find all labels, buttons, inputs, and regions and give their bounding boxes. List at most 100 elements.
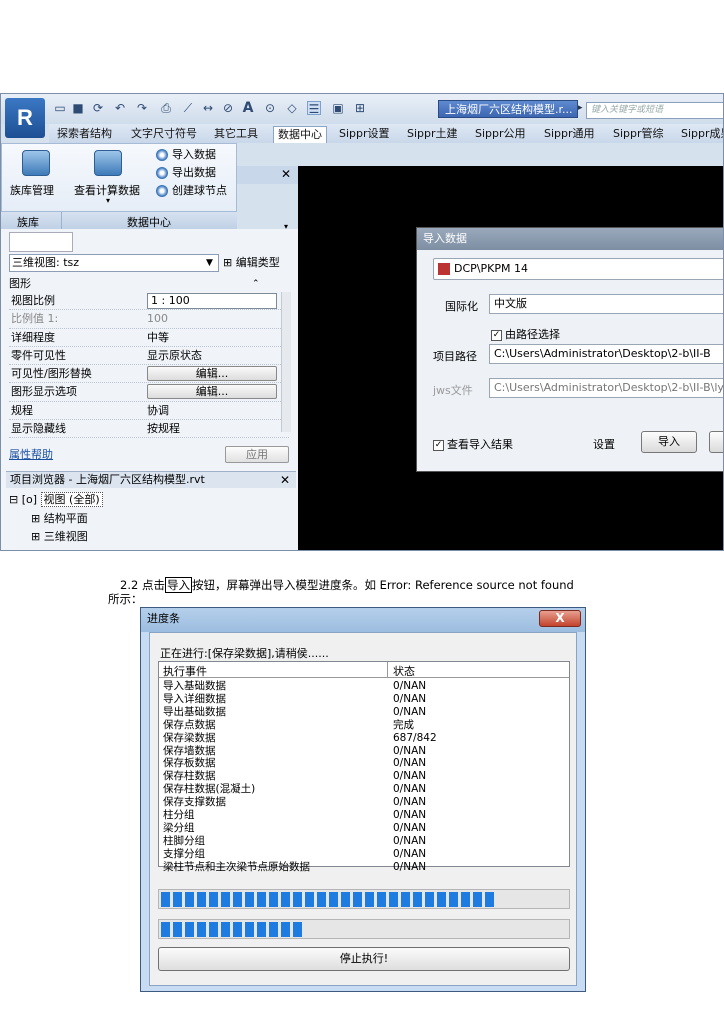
tab-sippr-civil[interactable]: Sippr土建 [407, 126, 458, 143]
list-item[interactable]: 导入基础数据 0/NAN [159, 680, 569, 693]
edit-display-button[interactable]: 编辑... [147, 384, 277, 400]
edit-visibility-button[interactable]: 编辑... [147, 366, 277, 382]
list-item[interactable]: 支撑分组 0/NAN [159, 848, 569, 861]
print-icon[interactable]: ⎙ [159, 101, 173, 115]
prop-value-input[interactable]: 1 : 100 [147, 293, 277, 309]
dimension-icon[interactable]: ↔ [201, 101, 215, 115]
list-item[interactable]: 导出基础数据 0/NAN [159, 706, 569, 719]
by-path-checkbox[interactable]: ✓ 由路径选择 [491, 326, 560, 342]
properties-help-link[interactable]: 属性帮助 [9, 446, 53, 462]
tab-sippr-public[interactable]: Sippr公用 [475, 126, 526, 143]
list-item[interactable]: 保存梁数据 687/842 [159, 732, 569, 745]
cancel-button[interactable] [709, 431, 723, 453]
checkbox-checked-icon: ✓ [491, 329, 502, 341]
tab-other-tools[interactable]: 其它工具 [214, 126, 258, 143]
list-item[interactable]: 保存板数据 0/NAN [159, 757, 569, 770]
text-icon[interactable]: A [241, 101, 255, 115]
view-calc-icon[interactable] [94, 150, 122, 176]
col-status-header[interactable]: 状态 [393, 663, 415, 679]
undo-icon[interactable]: ↶ [113, 101, 127, 115]
tab-sippr-settings[interactable]: Sippr设置 [339, 126, 390, 143]
jws-input[interactable]: C:\Users\Administrator\Desktop\2-b\II-B\… [489, 378, 723, 398]
tab-sippr-mep[interactable]: Sippr管综 [613, 126, 664, 143]
properties-scrollbar[interactable] [281, 292, 291, 432]
section-graphics[interactable]: 图形 ⌃ [9, 276, 289, 292]
event-name: 保存板数据 [163, 757, 216, 770]
event-name: 导出基础数据 [163, 705, 226, 718]
type-dropdown-icon[interactable]: ▾ [284, 222, 288, 231]
import-data-button[interactable]: 导入数据 [156, 146, 216, 162]
section-icon[interactable]: ◇ [285, 101, 299, 115]
tab-sippr-general[interactable]: Sippr通用 [544, 126, 595, 143]
stop-button[interactable]: 停止执行! [158, 947, 570, 971]
import-button[interactable]: 导入 [641, 431, 697, 453]
switch-windows-icon[interactable]: ⊞ [353, 101, 367, 115]
tree-item-3d-view[interactable]: ⊞ 三维视图 [31, 528, 88, 544]
progress-segment [185, 892, 194, 907]
event-list[interactable]: 执行事件 状态 导入基础数据 0/NAN 导入详细数据 0/NAN 导出基础数据 0/NA… [158, 661, 570, 873]
tab-text-dim[interactable]: 文字尺寸符号 [131, 126, 197, 143]
create-node-button[interactable]: 创建球节点 [156, 182, 227, 198]
document-title: 上海烟厂六区结构模型.r... [438, 100, 578, 118]
col-event-header[interactable]: 执行事件 [163, 663, 207, 679]
close-icon[interactable]: ✕ [280, 472, 290, 488]
view-type-select[interactable]: 三维视图: tsz ▼ [9, 254, 219, 272]
project-browser-header: 项目浏览器 - 上海烟厂六区结构模型.rvt ✕ [6, 471, 296, 488]
progress-dialog: 进度条 X 正在进行:[保存梁数据],请稍侯...... 执行事件 状态 导入基… [140, 607, 586, 992]
format-select[interactable]: DCP\PKPM 14 [433, 258, 723, 280]
sync-icon[interactable]: ⟳ [91, 101, 105, 115]
edit-type-button[interactable]: ⊞ 编辑类型 [223, 254, 280, 270]
list-item[interactable]: 保存墙数据 0/NAN [159, 745, 569, 758]
tree-item-label: 结构平面 [43, 512, 88, 525]
tree-item-structural-plan[interactable]: ⊞ 结构平面 [31, 510, 88, 526]
view-result-checkbox[interactable]: ✓ 查看导入结果 [433, 436, 513, 452]
intl-select[interactable]: 中文版 [489, 294, 723, 314]
prop-value[interactable]: 协调 [147, 402, 277, 419]
redo-icon[interactable]: ↷ [135, 101, 149, 115]
measure-icon[interactable]: ⟋ [181, 101, 195, 115]
list-item[interactable]: 保存柱数据 0/NAN [159, 770, 569, 783]
list-item[interactable]: 导入详细数据 0/NAN [159, 693, 569, 706]
event-status: 0/NAN [393, 692, 427, 705]
3d-view-icon[interactable]: ⊙ [263, 101, 277, 115]
progress-segment [245, 892, 254, 907]
import-data-dialog: 导入数据 DCP\PKPM 14 国际化 中文版 ✓ 由路径选择 项目路径 C:\… [416, 227, 723, 472]
view-calc-dropdown-icon[interactable]: ▾ [106, 196, 110, 205]
list-item[interactable]: 柱脚分组 0/NAN [159, 835, 569, 848]
progress-segment [317, 892, 326, 907]
search-input[interactable]: 键入关键字或短语 [586, 102, 723, 119]
list-item[interactable]: 梁柱节点和主次梁节点原始数据 0/NAN [159, 861, 569, 874]
event-status: 0/NAN [393, 770, 427, 783]
apply-button[interactable]: 应用 [225, 446, 289, 463]
list-item[interactable]: 保存支撑数据 0/NAN [159, 796, 569, 809]
tag-icon[interactable]: ⊘ [221, 101, 235, 115]
close-icon[interactable]: ✕ [281, 167, 291, 181]
event-status: 0/NAN [393, 705, 427, 718]
close-windows-icon[interactable]: ▣ [331, 101, 345, 115]
open-icon[interactable]: ▭ [53, 101, 67, 115]
prop-value[interactable]: 按规程 [147, 420, 277, 437]
progress-segment [461, 892, 470, 907]
save-icon[interactable]: ■ [71, 101, 85, 115]
path-input[interactable]: C:\Users\Administrator\Desktop\2-b\II-B [489, 344, 723, 364]
tab-data-center[interactable]: 数据中心 [273, 126, 327, 143]
tree-root[interactable]: ⊟ [o] 视图 (全部) [9, 491, 103, 507]
prop-value[interactable]: 显示原状态 [147, 347, 277, 364]
tab-tsz-structure[interactable]: 探索者结构 [57, 126, 112, 143]
list-item[interactable]: 梁分组 0/NAN [159, 822, 569, 835]
tab-sippr-output[interactable]: Sippr成果 [681, 126, 723, 143]
family-mgmt-label[interactable]: 族库管理 [10, 182, 54, 198]
settings-button[interactable]: 设置 [593, 436, 615, 452]
thin-lines-icon[interactable]: ☰ [307, 101, 321, 116]
close-button[interactable]: X [539, 610, 581, 627]
quick-access-toolbar: ▭ ■ ⟳ ↶ ↷ ⎙ ⟋ ↔ ⊘ A ⊙ ◇ ☰ ▣ ⊞ 上海烟厂六区结构模型… [1, 94, 723, 124]
list-item[interactable]: 保存柱数据(混凝土) 0/NAN [159, 783, 569, 796]
export-data-button[interactable]: 导出数据 [156, 164, 216, 180]
revit-logo[interactable]: R [5, 98, 45, 138]
family-library-icon[interactable] [22, 150, 50, 176]
event-name: 保存梁数据 [163, 731, 216, 744]
list-item[interactable]: 保存点数据 完成 [159, 719, 569, 732]
list-item[interactable]: 柱分组 0/NAN [159, 809, 569, 822]
progress-segment [257, 892, 266, 907]
prop-value[interactable]: 中等 [147, 329, 277, 346]
